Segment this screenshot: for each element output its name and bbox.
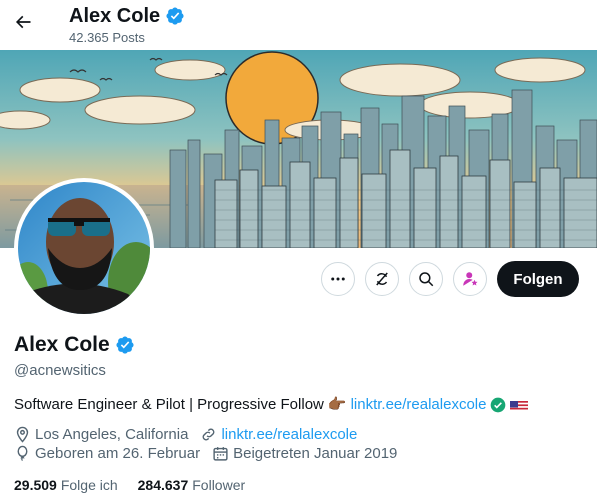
avatar-frame[interactable] (14, 178, 154, 318)
following-stat[interactable]: 29.509 Folge ich (14, 477, 118, 493)
follow-stats: 29.509 Folge ich 284.637 Follower (14, 477, 245, 493)
subscribe-button[interactable] (453, 262, 487, 296)
green-check-icon (491, 397, 506, 412)
location-item: Los Angeles, California (14, 426, 188, 443)
followers-count: 284.637 (137, 477, 189, 493)
more-icon (331, 277, 345, 281)
back-button[interactable] (6, 5, 40, 39)
location-icon (16, 426, 29, 443)
search-icon (419, 272, 434, 287)
profile-meta-row-2: Geboren am 26. Februar Beigetreten Janua… (14, 445, 409, 462)
bio-text: Software Engineer & Pilot | Progressive … (14, 396, 324, 413)
top-bar: Alex Cole 42.365 Posts (0, 0, 597, 50)
repost-toggle-button[interactable] (365, 262, 399, 296)
profile-meta-row-1: Los Angeles, California linktr.ee/realal… (14, 426, 369, 443)
more-button[interactable] (321, 262, 355, 296)
subscribe-icon (463, 272, 478, 286)
bio-link[interactable]: linktr.ee/realalexcole (351, 395, 487, 414)
calendar-icon (213, 447, 228, 461)
birthday-text: Geboren am 26. Februar (35, 445, 201, 462)
header-name: Alex Cole (69, 5, 161, 27)
pointing-hand-emoji: 👉🏾 (327, 396, 347, 413)
avatar (18, 182, 150, 314)
following-count: 29.509 (14, 477, 57, 493)
link-icon (203, 428, 215, 441)
retweet-off-icon (376, 272, 388, 286)
header-name-row: Alex Cole (69, 4, 185, 28)
post-count: 42.365 Posts (69, 30, 145, 45)
follow-button[interactable]: Folgen (497, 261, 579, 297)
verified-badge-icon[interactable] (115, 335, 135, 355)
joined-text: Beigetreten Januar 2019 (233, 445, 398, 462)
profile-handle: @acnewsitics (14, 362, 106, 379)
website-item: linktr.ee/realalexcole (200, 426, 357, 443)
us-flag-icon (510, 399, 529, 411)
back-arrow-icon (15, 15, 31, 29)
birthday-item: Geboren am 26. Februar (14, 445, 200, 462)
balloon-icon (17, 445, 28, 461)
followers-label: Follower (192, 477, 246, 493)
following-label: Folge ich (60, 477, 118, 493)
website-link[interactable]: linktr.ee/realalexcole (221, 426, 357, 443)
profile-name: Alex Cole (14, 333, 110, 356)
search-button[interactable] (409, 262, 443, 296)
location-text: Los Angeles, California (35, 426, 189, 443)
verified-badge-icon (166, 7, 184, 25)
joined-item: Beigetreten Januar 2019 (212, 445, 397, 462)
profile-name-row: Alex Cole (14, 333, 135, 357)
profile-bio: Software Engineer & Pilot | Progressive … (14, 395, 529, 414)
followers-stat[interactable]: 284.637 Follower (138, 477, 246, 493)
